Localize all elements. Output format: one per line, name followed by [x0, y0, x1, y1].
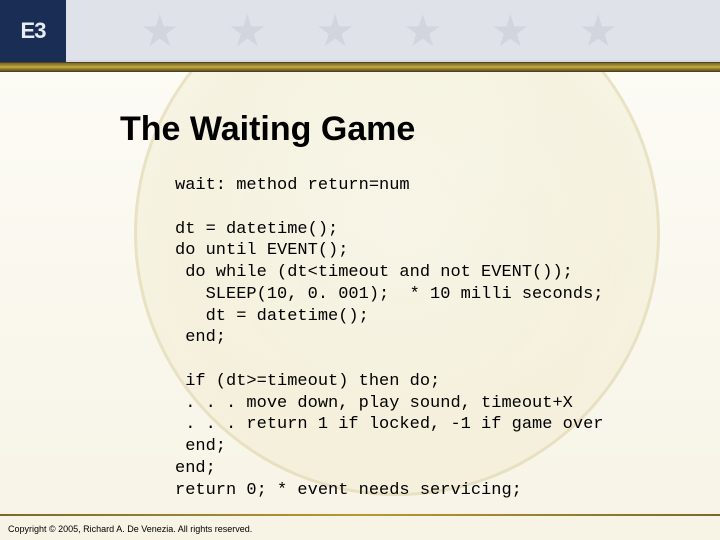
code-line: dt = datetime(); [175, 220, 338, 239]
code-line: end; [175, 459, 216, 478]
code-line: SLEEP(10, 0. 001); * 10 milli seconds; [175, 285, 603, 304]
copyright-text: Copyright © 2005, Richard A. De Venezia.… [8, 524, 252, 534]
logo-badge: E3 [0, 0, 66, 62]
footer-divider [0, 514, 720, 516]
code-line: if (dt>=timeout) then do; [175, 372, 440, 391]
code-line: dt = datetime(); [175, 307, 369, 326]
code-line: end; [175, 437, 226, 456]
code-line: return 0; * event needs servicing; [175, 481, 522, 500]
code-block: wait: method return=num dt = datetime();… [175, 175, 680, 501]
logo-text: E3 [21, 18, 46, 44]
code-line: do until EVENT(); [175, 241, 348, 260]
code-line: . . . return 1 if locked, -1 if game ove… [175, 415, 603, 434]
header-stars: ★ ★ ★ ★ ★ ★ [140, 6, 636, 57]
slide: ★ ★ ★ ★ ★ ★ E3 The Waiting Game wait: me… [0, 0, 720, 540]
code-line: . . . move down, play sound, timeout+X [175, 394, 573, 413]
code-line: do while (dt<timeout and not EVENT()); [175, 263, 573, 282]
code-line: wait: method return=num [175, 176, 410, 195]
code-line: end; [175, 328, 226, 347]
header-band: ★ ★ ★ ★ ★ ★ [0, 0, 720, 62]
gold-divider [0, 62, 720, 72]
slide-title: The Waiting Game [120, 110, 415, 149]
